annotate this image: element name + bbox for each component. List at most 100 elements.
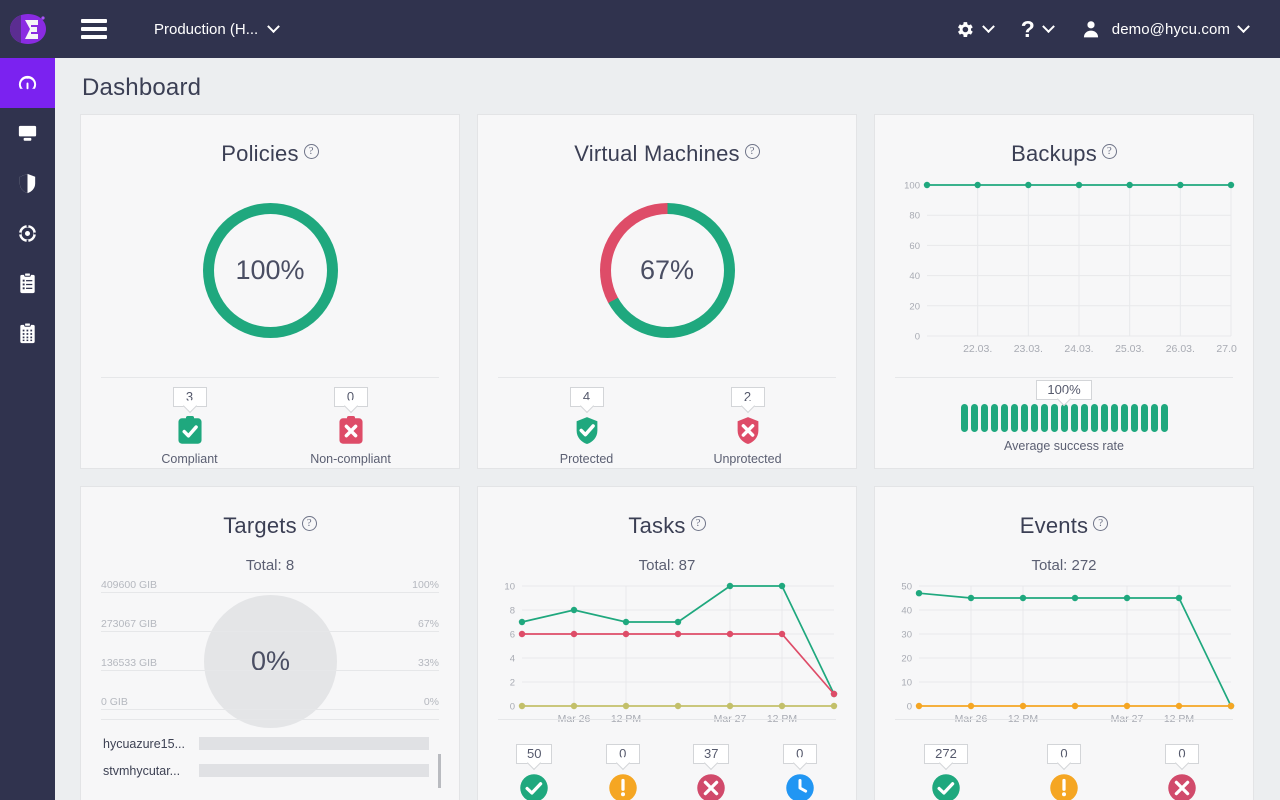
card-title-virtual-machines: Virtual Machines?	[478, 115, 856, 167]
target-list-item[interactable]: stvmhycutar...	[103, 757, 441, 784]
target-list-item[interactable]: hycuazure15...	[103, 730, 441, 757]
menu-toggle-button[interactable]	[72, 0, 116, 58]
svg-text:20: 20	[909, 301, 920, 312]
policies-donut-percent: 100%	[235, 255, 304, 286]
top-bar-right: ? demo@hycu.com	[940, 0, 1280, 58]
clipboard-x-icon	[337, 416, 365, 446]
card-virtual-machines: Virtual Machines? 67% 4	[477, 114, 857, 469]
policies-compliant-label: Compliant	[161, 452, 217, 466]
status-count-badge: 37	[693, 744, 729, 764]
card-backups: Backups? 02040608010022.03.23.03.24.03.2…	[874, 114, 1254, 469]
help-menu-button[interactable]: ?	[1007, 0, 1067, 58]
backups-success-badge: 100%	[1036, 380, 1091, 400]
svg-text:4: 4	[510, 654, 515, 665]
help-icon[interactable]: ?	[1102, 144, 1117, 159]
help-icon[interactable]: ?	[302, 516, 317, 531]
main-content: Dashboard Policies? 100% 3	[55, 58, 1280, 800]
chevron-down-icon	[1042, 20, 1055, 33]
backups-title-text: Backups	[1011, 141, 1097, 166]
targets-capacity-chart: 0% 409600 GIB100%273067 GIB67%136533 GIB…	[101, 588, 439, 716]
svg-text:23.03.: 23.03.	[1014, 343, 1043, 355]
status-count-badge: 50	[516, 744, 552, 764]
sidebar-item-reports[interactable]	[0, 308, 55, 358]
menu-icon-bar	[81, 19, 107, 23]
events-chart: 01020304050Mar 2612 PMMar 2712 PM	[893, 578, 1235, 728]
app-logo[interactable]	[0, 0, 56, 58]
warning-circle-icon	[608, 773, 638, 800]
status-count-badge: 0	[783, 744, 817, 764]
targets-list-scrollbar[interactable]	[438, 754, 441, 788]
vm-unprotected-count: 2	[731, 387, 765, 407]
target-name: stvmhycutar...	[103, 764, 191, 778]
svg-text:20: 20	[901, 654, 912, 665]
divider	[101, 377, 439, 378]
card-title-targets: Targets?	[81, 487, 459, 539]
legend-item-non-compliant[interactable]: 0 Non-compliant	[276, 387, 426, 466]
svg-text:80: 80	[909, 211, 920, 222]
sidebar-item-policies[interactable]	[0, 158, 55, 208]
policies-compliant-count: 3	[173, 387, 207, 407]
svg-text:2: 2	[510, 678, 515, 689]
targets-axis-label-left: 136533 GIB	[101, 657, 157, 669]
clipboard-list-icon	[16, 272, 39, 295]
legend-item-unprotected[interactable]: 2 Unprotected	[673, 387, 823, 466]
card-events: Events? Total: 272 01020304050Mar 2612 P…	[874, 486, 1254, 800]
backups-success-area: 100% Average success rate	[875, 380, 1253, 453]
sidebar-item-jobs[interactable]	[0, 258, 55, 308]
backups-bars-label: Average success rate	[1004, 439, 1124, 453]
legend-item-protected[interactable]: 4 Protected	[512, 387, 662, 466]
help-icon[interactable]: ?	[745, 144, 760, 159]
svg-text:30: 30	[901, 630, 912, 641]
status-count-badge: 0	[1047, 744, 1081, 764]
backup-bar	[1101, 404, 1108, 432]
backup-bar	[1081, 404, 1088, 432]
vm-donut-wrap: 67%	[478, 175, 856, 365]
sidebar-item-targets[interactable]	[0, 208, 55, 258]
card-title-backups: Backups?	[875, 115, 1253, 167]
backups-chart: 02040608010022.03.23.03.24.03.25.03.26.0…	[893, 177, 1235, 362]
backup-bar	[1071, 404, 1078, 432]
svg-text:40: 40	[901, 606, 912, 617]
help-icon[interactable]: ?	[1093, 516, 1108, 531]
help-icon[interactable]: ?	[691, 516, 706, 531]
gauge-icon	[16, 72, 39, 95]
svg-text:6: 6	[510, 630, 515, 641]
status-item[interactable]: 37	[669, 744, 753, 800]
clipboard-check-icon	[176, 416, 204, 446]
environment-label: Production (H...	[154, 21, 258, 38]
tasks-total: Total: 87	[478, 557, 856, 574]
tasks-chart: 0246810Mar 2612 PMMar 2712 PM	[496, 578, 838, 728]
card-tasks: Tasks? Total: 87 0246810Mar 2612 PMMar 2…	[477, 486, 857, 800]
status-item[interactable]: 0	[758, 744, 842, 800]
status-item[interactable]: 0	[581, 744, 665, 800]
chevron-down-icon	[982, 20, 995, 33]
user-menu-button[interactable]: demo@hycu.com	[1067, 0, 1262, 58]
help-icon[interactable]: ?	[304, 144, 319, 159]
legend-item-compliant[interactable]: 3 Compliant	[115, 387, 265, 466]
status-item[interactable]: 50	[492, 744, 576, 800]
page-title: Dashboard	[55, 58, 1280, 114]
environment-selector[interactable]: Production (H...	[154, 21, 278, 38]
svg-text:25.03.: 25.03.	[1115, 343, 1144, 355]
target-usage-bar	[199, 764, 429, 777]
divider	[895, 719, 1233, 720]
backup-bar	[1151, 404, 1158, 432]
status-item[interactable]: 272	[904, 744, 988, 800]
backup-bar	[1041, 404, 1048, 432]
status-item[interactable]: 0	[1140, 744, 1224, 800]
vm-donut-hole: 67%	[611, 214, 724, 327]
sidebar-item-dashboard[interactable]	[0, 58, 55, 108]
backup-bar	[1121, 404, 1128, 432]
targets-axis-label-right: 33%	[418, 657, 439, 669]
policies-legend: 3 Compliant 0	[81, 387, 459, 466]
sidebar-item-virtual-machines[interactable]	[0, 108, 55, 158]
svg-text:10: 10	[504, 582, 515, 593]
backup-bar	[1061, 404, 1068, 432]
svg-text:10: 10	[901, 678, 912, 689]
divider	[498, 377, 836, 378]
chevron-down-icon	[1237, 20, 1250, 33]
settings-menu-button[interactable]	[940, 0, 1007, 58]
events-total: Total: 272	[875, 557, 1253, 574]
events-line-chart: 01020304050Mar 2612 PMMar 2712 PM	[893, 578, 1237, 728]
status-item[interactable]: 0	[1022, 744, 1106, 800]
